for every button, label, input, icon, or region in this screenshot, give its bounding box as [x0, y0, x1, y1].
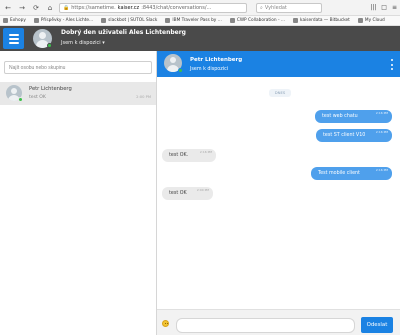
- lock-icon: 🔒: [63, 4, 70, 11]
- back-icon[interactable]: ←: [3, 3, 13, 13]
- bookmark-item[interactable]: Příspěvky - Ales Lichte...: [33, 18, 94, 23]
- message-bubble: test OK 2:00 PM: [162, 187, 213, 200]
- availability-dropdown[interactable]: Jsem k dispozici ▾: [61, 40, 105, 46]
- bookmark-item[interactable]: CWP Collaboration - ...: [229, 18, 286, 23]
- bookmark-icon: [165, 18, 171, 23]
- browser-search-placeholder: Vyhledat: [264, 4, 287, 11]
- avatar-head: [39, 32, 46, 39]
- message-thread: DNES test web chatu 2:16 PM test ST clie…: [157, 77, 400, 309]
- message-text: test ST client V10: [323, 133, 366, 138]
- hamburger-menu-button[interactable]: [3, 28, 24, 49]
- message-time: 2:16 PM: [199, 150, 212, 154]
- url-prefix: https://sametime.: [71, 4, 116, 11]
- contact-list-item[interactable]: Petr Lichtenberg test OK 2:00 PM: [0, 82, 156, 105]
- contact-search-input[interactable]: [4, 61, 152, 74]
- avatar-head: [170, 57, 176, 63]
- home-icon[interactable]: ⌂: [45, 3, 55, 13]
- contact-status-dot: [18, 97, 23, 102]
- online-status-dot: [47, 43, 52, 48]
- bookmark-item[interactable]: My Cloud: [357, 18, 385, 23]
- bookmark-icon: [101, 18, 107, 23]
- bookmark-label: Příspěvky - Ales Lichte...: [40, 18, 94, 23]
- library-icon[interactable]: |||: [370, 4, 376, 11]
- message-text: Test mobile client: [318, 171, 360, 176]
- browser-toolbar: ← → ⟳ ⌂ 🔒 https://sametime. kaiser.cz:844…: [0, 0, 400, 16]
- message-text: test web chatu: [322, 114, 358, 119]
- address-bar[interactable]: 🔒 https://sametime. kaiser.cz:8443/chat/c…: [59, 2, 247, 13]
- bookmark-icon: [293, 18, 299, 23]
- kebab-dot: [390, 68, 393, 70]
- refresh-icon[interactable]: ⟳: [31, 3, 41, 13]
- bookmarks-bar: Exhopy Příspěvky - Ales Lichte... slackb…: [0, 16, 400, 26]
- message-bubble: test ST client V10 2:16 PM: [316, 129, 392, 142]
- bookmark-icon: [229, 18, 235, 23]
- message-composer: Odeslat: [157, 309, 400, 335]
- menu-icon[interactable]: ≡: [392, 4, 397, 11]
- avatar-head: [11, 88, 17, 94]
- emoji-icon[interactable]: [162, 320, 169, 327]
- message-time: 2:16 PM: [375, 130, 388, 134]
- forward-icon[interactable]: →: [17, 3, 27, 13]
- message-bubble: test OK. 2:16 PM: [162, 149, 216, 162]
- kebab-dot: [390, 63, 393, 66]
- contact-name: Petr Lichtenberg: [29, 86, 72, 92]
- day-separator: DNES: [269, 89, 291, 97]
- greeting-title: Dobrý den uživateli Ales Lichtenberg: [61, 29, 186, 36]
- chat-partner-status: Jsem k dispozici: [190, 67, 229, 72]
- bookmark-label: My Cloud: [364, 18, 385, 23]
- app-topbar: Dobrý den uživateli Ales Lichtenberg Jse…: [0, 26, 400, 51]
- search-icon: ⌕: [260, 4, 263, 11]
- browser-search-box[interactable]: ⌕ Vyhledat: [256, 2, 322, 13]
- contact-last-message: test OK: [29, 95, 46, 100]
- contacts-sidebar: Petr Lichtenberg test OK 2:00 PM: [0, 51, 157, 335]
- url-suffix: :8443/chat/conversations/...: [141, 4, 212, 11]
- kebab-dot: [390, 59, 393, 61]
- message-input[interactable]: [176, 318, 355, 333]
- message-bubble: Test mobile client 2:16 PM: [311, 167, 392, 180]
- bookmark-item[interactable]: IBM Traveler Pass by ...: [165, 18, 222, 23]
- message-bubble: test web chatu 2:16 PM: [315, 110, 392, 123]
- message-text: test OK.: [169, 153, 189, 158]
- bookmark-label: Exhopy: [10, 18, 26, 23]
- bookmark-item[interactable]: kaiserdata — Bitbucket: [293, 18, 350, 23]
- bookmark-item[interactable]: Exhopy: [3, 18, 26, 23]
- bookmark-icon: [3, 18, 8, 23]
- browser-right-icons: ||| □ ≡: [370, 4, 397, 11]
- message-time: 2:16 PM: [375, 111, 388, 115]
- chat-header: Petr Lichtenberg Jsem k dispozici: [157, 51, 400, 77]
- bookmark-icon: [357, 18, 363, 23]
- bookmark-item[interactable]: slackbot | SUTOL Slack: [101, 18, 157, 23]
- contact-time: 2:00 PM: [136, 95, 151, 99]
- bookmark-icon: [33, 18, 39, 23]
- chat-partner-name: Petr Lichtenberg: [190, 57, 243, 63]
- reader-icon[interactable]: □: [381, 4, 387, 11]
- menu-line: [8, 33, 19, 36]
- message-text: test OK: [169, 191, 187, 196]
- message-time: 2:16 PM: [375, 168, 388, 172]
- bookmark-label: slackbot | SUTOL Slack: [108, 18, 158, 23]
- kebab-menu-icon[interactable]: [390, 59, 393, 70]
- message-time: 2:00 PM: [196, 188, 209, 192]
- bookmark-label: CWP Collaboration - ...: [236, 18, 286, 23]
- bookmark-label: IBM Traveler Pass by ...: [172, 18, 222, 23]
- bookmark-label: kaiserdata — Bitbucket: [300, 18, 350, 23]
- chat-partner-status-dot: [178, 68, 183, 73]
- menu-line: [8, 37, 19, 40]
- send-button[interactable]: Odeslat: [361, 317, 393, 333]
- url-domain: kaiser.cz: [117, 4, 140, 11]
- menu-line: [8, 41, 19, 44]
